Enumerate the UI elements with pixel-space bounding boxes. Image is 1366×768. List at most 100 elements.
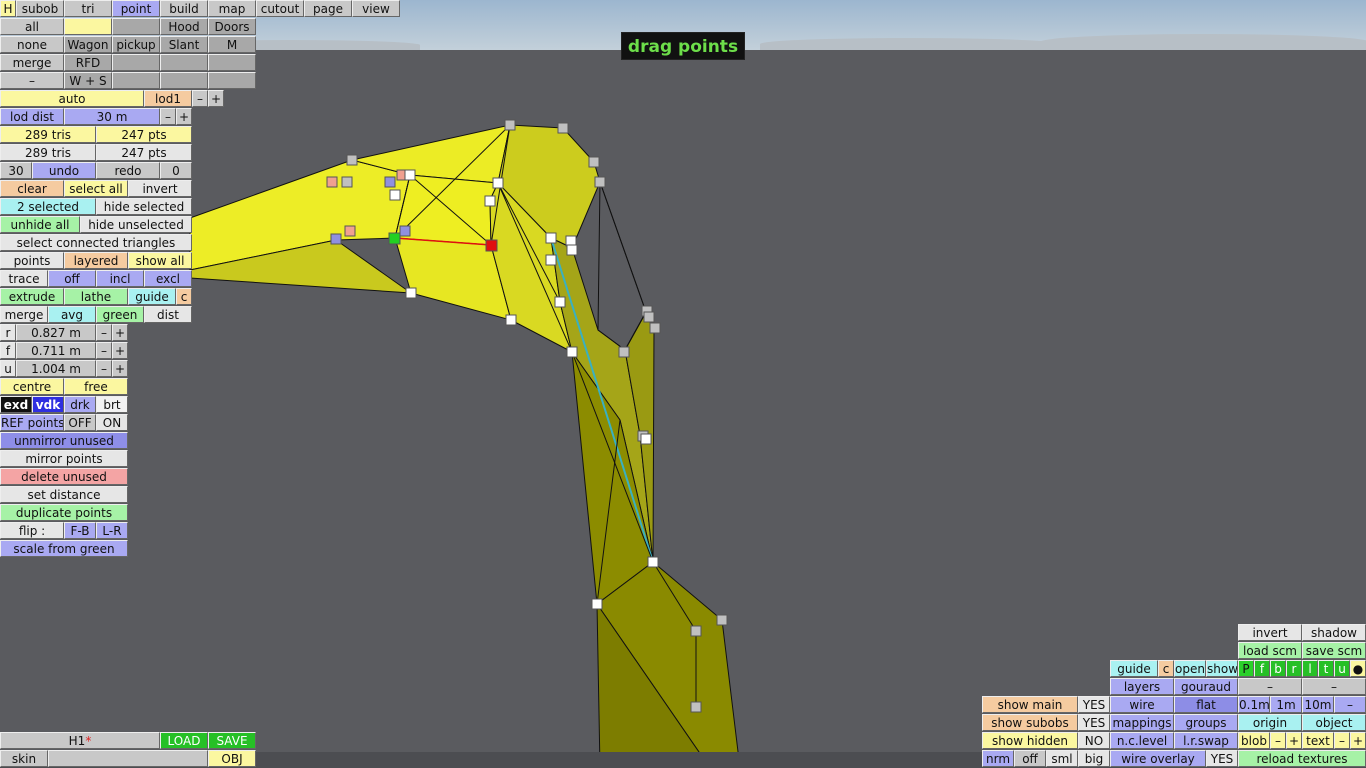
grid-1m-button[interactable]: 1m bbox=[1270, 696, 1302, 713]
lod-minus-button[interactable]: – bbox=[192, 90, 208, 107]
sml-button[interactable]: sml bbox=[1046, 750, 1078, 767]
big-button[interactable]: big bbox=[1078, 750, 1110, 767]
unhide-all-button[interactable]: unhide all bbox=[0, 216, 80, 233]
mappings-button[interactable]: mappings bbox=[1110, 714, 1174, 731]
free-button[interactable]: free bbox=[64, 378, 128, 395]
show-hidden-no[interactable]: NO bbox=[1078, 732, 1110, 749]
subob-none-button[interactable]: none bbox=[0, 36, 64, 53]
show-all-button[interactable]: show all bbox=[128, 252, 192, 269]
nrm-button[interactable]: nrm bbox=[982, 750, 1014, 767]
trace-incl-button[interactable]: incl bbox=[96, 270, 144, 287]
text-plus[interactable]: + bbox=[1350, 732, 1366, 749]
map-button[interactable]: map bbox=[208, 0, 256, 17]
show-button[interactable]: show bbox=[1206, 660, 1238, 677]
dist-button[interactable]: dist bbox=[144, 306, 192, 323]
points-button[interactable]: points bbox=[0, 252, 64, 269]
ref-on-button[interactable]: ON bbox=[96, 414, 128, 431]
save-button[interactable]: SAVE bbox=[208, 732, 256, 749]
subob-slot[interactable] bbox=[112, 54, 160, 71]
u-plus[interactable]: + bbox=[112, 360, 128, 377]
invert-view-button[interactable]: invert bbox=[1238, 624, 1302, 641]
flat-button[interactable]: flat bbox=[1174, 696, 1238, 713]
obj-button[interactable]: OBJ bbox=[208, 750, 256, 767]
r-minus[interactable]: – bbox=[96, 324, 112, 341]
drk-button[interactable]: drk bbox=[64, 396, 96, 413]
guide-c-button[interactable]: c bbox=[176, 288, 192, 305]
guide-button[interactable]: guide bbox=[128, 288, 176, 305]
r-plus[interactable]: + bbox=[112, 324, 128, 341]
grid-10m-button[interactable]: 10m bbox=[1302, 696, 1334, 713]
u-minus[interactable]: – bbox=[96, 360, 112, 377]
brt-button[interactable]: brt bbox=[96, 396, 128, 413]
off-button[interactable]: off bbox=[1014, 750, 1046, 767]
shadow-button[interactable]: shadow bbox=[1302, 624, 1366, 641]
groups-button[interactable]: groups bbox=[1174, 714, 1238, 731]
show-subobs-button[interactable]: show subobs bbox=[982, 714, 1078, 731]
show-hidden-button[interactable]: show hidden bbox=[982, 732, 1078, 749]
view-b-button[interactable]: b bbox=[1270, 660, 1286, 677]
r-value[interactable]: 0.827 m bbox=[16, 324, 96, 341]
u-value[interactable]: 1.004 m bbox=[16, 360, 96, 377]
save-scm-button[interactable]: save scm bbox=[1302, 642, 1366, 659]
blob-button[interactable]: blob bbox=[1238, 732, 1270, 749]
merge-points-button[interactable]: merge bbox=[0, 306, 48, 323]
subob-m[interactable]: M bbox=[208, 36, 256, 53]
lod-dist-value[interactable]: 30 m bbox=[64, 108, 160, 125]
text-minus[interactable]: – bbox=[1334, 732, 1350, 749]
subob-slot[interactable] bbox=[160, 72, 208, 89]
subob-ws[interactable]: W + S bbox=[64, 72, 112, 89]
unmirror-unused-button[interactable]: unmirror unused bbox=[0, 432, 128, 449]
ref-off-button[interactable]: OFF bbox=[64, 414, 96, 431]
f-minus[interactable]: – bbox=[96, 342, 112, 359]
hide-unselected-button[interactable]: hide unselected bbox=[80, 216, 192, 233]
view-l-button[interactable]: l bbox=[1302, 660, 1318, 677]
subob-rfd[interactable]: RFD bbox=[64, 54, 112, 71]
view-f-button[interactable]: f bbox=[1254, 660, 1270, 677]
load-scm-button[interactable]: load scm bbox=[1238, 642, 1302, 659]
layered-button[interactable]: layered bbox=[64, 252, 128, 269]
skin-name-field[interactable] bbox=[48, 750, 208, 767]
lod1-button[interactable]: lod1 bbox=[144, 90, 192, 107]
centre-button[interactable]: centre bbox=[0, 378, 64, 395]
subob-doors[interactable]: Doors bbox=[208, 18, 256, 35]
gouraud-button[interactable]: gouraud bbox=[1174, 678, 1238, 695]
lod-auto-button[interactable]: auto bbox=[0, 90, 144, 107]
show-subobs-yes[interactable]: YES bbox=[1078, 714, 1110, 731]
lod-dist-minus[interactable]: – bbox=[160, 108, 176, 125]
subob-pickup[interactable]: pickup bbox=[112, 36, 160, 53]
green-button[interactable]: green bbox=[96, 306, 144, 323]
view-button[interactable]: view bbox=[352, 0, 400, 17]
point-button[interactable]: point bbox=[112, 0, 160, 17]
view-p-button[interactable]: P bbox=[1238, 660, 1254, 677]
wire-overlay-yes[interactable]: YES bbox=[1206, 750, 1238, 767]
reload-textures-button[interactable]: reload textures bbox=[1238, 750, 1366, 767]
skin-button[interactable]: skin bbox=[0, 750, 48, 767]
view-r-button[interactable]: r bbox=[1286, 660, 1302, 677]
invert-selection-button[interactable]: invert bbox=[128, 180, 192, 197]
subob-hood[interactable]: Hood bbox=[160, 18, 208, 35]
subob-button[interactable]: subob bbox=[16, 0, 64, 17]
subob-slot[interactable] bbox=[112, 18, 160, 35]
avg-button[interactable]: avg bbox=[48, 306, 96, 323]
clear-button[interactable]: clear bbox=[0, 180, 64, 197]
hide-selected-button[interactable]: hide selected bbox=[96, 198, 192, 215]
open-button[interactable]: open bbox=[1174, 660, 1206, 677]
text-button[interactable]: text bbox=[1302, 732, 1334, 749]
trace-off-button[interactable]: off bbox=[48, 270, 96, 287]
extrude-button[interactable]: extrude bbox=[0, 288, 64, 305]
load-button[interactable]: LOAD bbox=[160, 732, 208, 749]
view-t-button[interactable]: t bbox=[1318, 660, 1334, 677]
subob-dash-button[interactable]: – bbox=[0, 72, 64, 89]
undo-button[interactable]: undo bbox=[32, 162, 96, 179]
duplicate-points-button[interactable]: duplicate points bbox=[0, 504, 128, 521]
subob-slot[interactable] bbox=[208, 72, 256, 89]
layers-button[interactable]: layers bbox=[1110, 678, 1174, 695]
trace-excl-button[interactable]: excl bbox=[144, 270, 192, 287]
dash-button[interactable]: – bbox=[1302, 678, 1366, 695]
select-connected-button[interactable]: select connected triangles bbox=[0, 234, 192, 251]
scale-from-green-button[interactable]: scale from green bbox=[0, 540, 128, 557]
select-all-button[interactable]: select all bbox=[64, 180, 128, 197]
grid-01m-button[interactable]: 0.1m bbox=[1238, 696, 1270, 713]
subob-merge-button[interactable]: merge bbox=[0, 54, 64, 71]
lod-dist-plus[interactable]: + bbox=[176, 108, 192, 125]
